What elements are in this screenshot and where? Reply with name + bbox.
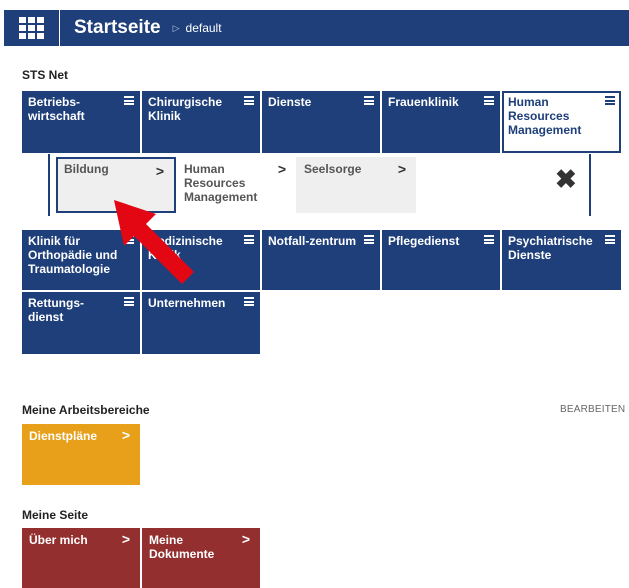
tile-label: Unternehmen <box>148 296 226 310</box>
submenu-item-label: Seelsorge <box>304 162 362 176</box>
red-arrow-icon <box>114 200 194 284</box>
tile-label: Dienstpläne <box>29 429 98 443</box>
menu-icon[interactable] <box>605 235 615 244</box>
menu-icon[interactable] <box>244 96 254 105</box>
menu-icon[interactable] <box>364 235 374 244</box>
chevron-right-icon: > <box>397 161 406 177</box>
tile-label: Chirurgische Klinik <box>148 95 223 123</box>
section-title-meine-seite: Meine Seite <box>22 508 89 522</box>
header: Startseite ▷ default <box>0 0 629 56</box>
tile-dienstplaene[interactable]: Dienstpläne > <box>22 424 140 485</box>
submenu-item-seelsorge[interactable]: Seelsorge > <box>296 157 416 213</box>
tile-label: Über mich <box>29 533 88 547</box>
menu-icon[interactable] <box>244 235 254 244</box>
edit-link[interactable]: BEARBEITEN <box>560 404 625 415</box>
submenu-item-label: Bildung <box>64 162 109 176</box>
tile-notfallzentrum[interactable]: Notfall-zentrum <box>262 230 380 290</box>
tile-psychiatrische-dienste[interactable]: Psychiatrische Dienste <box>502 230 621 290</box>
site-title[interactable]: Startseite <box>74 17 161 39</box>
tile-ueber-mich[interactable]: Über mich > <box>22 528 140 588</box>
tile-label: Notfall-zentrum <box>268 234 356 248</box>
menu-icon[interactable] <box>605 96 615 105</box>
tile-label: Rettungs-dienst <box>28 296 84 324</box>
chevron-right-icon: > <box>121 531 130 547</box>
tile-human-resources-management[interactable]: Human Resources Management <box>502 91 621 153</box>
menu-icon[interactable] <box>364 96 374 105</box>
close-icon[interactable]: ✖ <box>555 166 577 192</box>
tile-label: Meine Dokumente <box>149 533 215 561</box>
tile-label: Frauenklinik <box>388 95 459 109</box>
breadcrumb-arrow-icon: ▷ <box>172 22 180 33</box>
menu-icon[interactable] <box>244 297 254 306</box>
menu-icon[interactable] <box>484 96 494 105</box>
tile-dienste[interactable]: Dienste <box>262 91 380 153</box>
section-title-arbeitsbereiche: Meine Arbeitsbereiche <box>22 403 150 417</box>
tile-chirurgische-klinik[interactable]: Chirurgische Klinik <box>142 91 260 153</box>
chevron-right-icon: > <box>155 163 164 179</box>
tile-frauenklinik[interactable]: Frauenklinik <box>382 91 500 153</box>
tile-betriebswirtschaft[interactable]: Betriebs-wirtschaft <box>22 91 140 153</box>
chevron-right-icon: > <box>277 161 286 177</box>
menu-icon[interactable] <box>124 96 134 105</box>
tile-label: Betriebs-wirtschaft <box>28 95 85 123</box>
tile-label: Human Resources Management <box>508 95 582 137</box>
menu-icon[interactable] <box>124 297 134 306</box>
chevron-right-icon: > <box>241 531 250 547</box>
chevron-right-icon: > <box>121 427 130 443</box>
tile-pflegedienst[interactable]: Pflegedienst <box>382 230 500 290</box>
section-title-sts-net: STS Net <box>22 68 69 82</box>
tile-label: Pflegedienst <box>388 234 460 248</box>
tile-label: Psychiatrische Dienste <box>508 234 593 262</box>
waffle-icon <box>19 17 44 39</box>
tile-rettungsdienst[interactable]: Rettungs-dienst <box>22 292 140 354</box>
tile-label: Dienste <box>268 95 312 109</box>
tile-unternehmen[interactable]: Unternehmen <box>142 292 260 354</box>
tile-meine-dokumente[interactable]: Meine Dokumente > <box>142 528 260 588</box>
menu-icon[interactable] <box>484 235 494 244</box>
suite-bar: Startseite ▷ default <box>4 10 629 46</box>
app-launcher-button[interactable] <box>4 10 60 46</box>
breadcrumb-item[interactable]: default <box>186 21 222 35</box>
